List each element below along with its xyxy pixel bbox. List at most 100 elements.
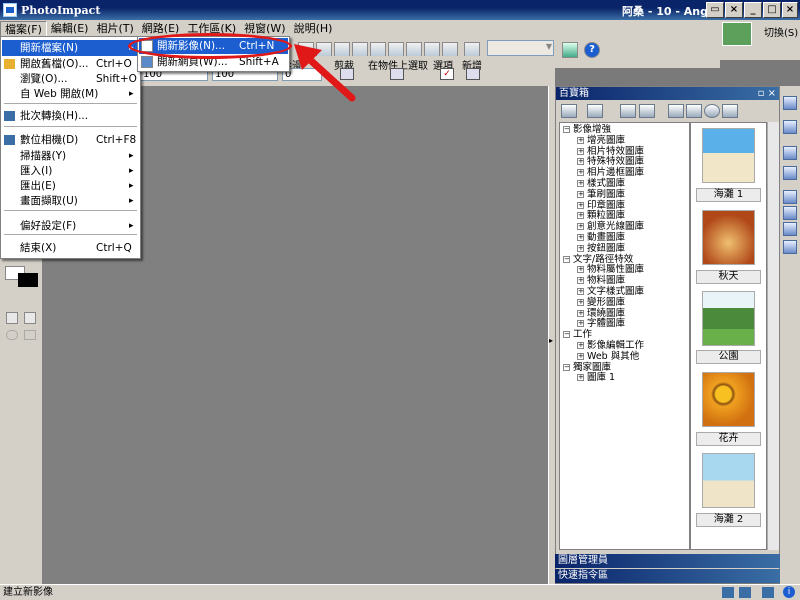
tree-expand-icon[interactable]: + xyxy=(577,190,584,198)
mode-thumbnail[interactable] xyxy=(722,22,752,46)
thumbnail-image-3[interactable] xyxy=(702,291,755,346)
tree-expand-icon[interactable]: + xyxy=(577,298,584,306)
info-icon[interactable]: i xyxy=(783,586,795,598)
tree-item-11[interactable]: + 按鈕圖庫 xyxy=(577,243,625,254)
layer-manager-header[interactable]: 圖層管理員 xyxy=(555,554,780,568)
gallery-delete-icon[interactable] xyxy=(722,104,738,118)
maximize-button[interactable]: □ xyxy=(763,2,781,18)
tree-expand-icon[interactable]: + xyxy=(577,320,584,328)
palette-icon-5[interactable] xyxy=(783,190,797,204)
file-menu-item-10[interactable]: 偏好設定(F) ▸ xyxy=(2,218,139,234)
app-icon[interactable] xyxy=(3,3,17,17)
tree-item-19[interactable]: − 工作 xyxy=(563,329,592,340)
thumbnail-scrollbar[interactable] xyxy=(767,122,779,550)
tree-item-3[interactable]: + 特殊特效圖庫 xyxy=(577,156,644,167)
thumbnail-image-2[interactable] xyxy=(702,210,755,265)
file-menu-item-3[interactable]: 自 Web 開啟(M) ▸ xyxy=(2,86,139,102)
collapse-arrow-icon[interactable]: ▸ xyxy=(549,336,553,345)
minimize-button[interactable]: _ xyxy=(744,2,762,18)
tree-expand-icon[interactable]: − xyxy=(563,126,570,133)
thumbnail-image-5[interactable] xyxy=(702,453,755,508)
tree-item-0[interactable]: − 影像增強 xyxy=(563,124,611,135)
status-icon-2[interactable] xyxy=(739,587,751,598)
forward-icon[interactable] xyxy=(562,42,578,58)
tree-expand-icon[interactable]: + xyxy=(577,309,584,317)
tree-item-18[interactable]: + 字體圖庫 xyxy=(577,318,625,329)
tree-item-6[interactable]: + 筆刷圖庫 xyxy=(577,189,625,200)
palette-icon-7[interactable] xyxy=(783,222,797,236)
tree-item-10[interactable]: + 動畫圖庫 xyxy=(577,232,625,243)
grid-icon[interactable] xyxy=(6,312,18,324)
tree-expand-icon[interactable]: + xyxy=(577,158,584,166)
tree-expand-icon[interactable]: + xyxy=(577,180,584,187)
tree-item-7[interactable]: + 印章圖庫 xyxy=(577,200,625,211)
panel-close-icon[interactable]: ▫ × xyxy=(758,87,776,100)
tree-expand-icon[interactable]: − xyxy=(563,255,570,263)
tree-item-23[interactable]: + 圖庫 1 xyxy=(577,372,615,383)
select-icon[interactable] xyxy=(390,68,404,80)
tree-item-4[interactable]: + 相片邊框圖庫 xyxy=(577,167,644,178)
tree-expand-icon[interactable]: + xyxy=(577,147,584,155)
tree-item-20[interactable]: + 影像編輯工作 xyxy=(577,340,644,351)
tree-expand-icon[interactable]: + xyxy=(577,136,584,144)
menu-edit[interactable]: 編輯(E) xyxy=(47,21,93,37)
close-doc-icon[interactable]: × xyxy=(725,2,743,18)
restore-icon[interactable]: ▭ xyxy=(706,2,724,18)
gallery-tree-icon[interactable] xyxy=(620,104,636,118)
tree-expand-icon[interactable]: + xyxy=(577,266,584,274)
close-button[interactable]: × xyxy=(782,2,798,18)
file-menu-item-5[interactable]: 數位相機(D) Ctrl+F8 xyxy=(2,132,139,148)
file-menu-item-11[interactable]: 結束(X) Ctrl+Q xyxy=(2,240,139,256)
tree-item-16[interactable]: + 變形圖庫 xyxy=(577,297,625,308)
switch-button[interactable]: 切換(S) xyxy=(764,24,798,39)
status-icon-3[interactable] xyxy=(762,587,774,598)
options-checkbox-icon[interactable]: ✓ xyxy=(440,68,454,80)
tree-expand-icon[interactable]: + xyxy=(577,342,584,349)
tree-expand-icon[interactable]: + xyxy=(577,288,584,295)
status-icon-1[interactable] xyxy=(722,587,734,598)
thumbnail-image-4[interactable] xyxy=(702,372,755,427)
palette-icon-2[interactable] xyxy=(783,120,797,134)
gallery-search-icon[interactable] xyxy=(704,104,720,118)
gallery-home-icon[interactable] xyxy=(561,104,577,118)
gallery-grid-icon[interactable] xyxy=(686,104,702,118)
menu-photo[interactable]: 相片(T) xyxy=(92,21,137,37)
zoom-combo[interactable] xyxy=(487,40,554,56)
tree-item-2[interactable]: + 相片特效圖庫 xyxy=(577,146,644,157)
tree-expand-icon[interactable]: + xyxy=(577,244,584,252)
palette-icon-8[interactable] xyxy=(783,240,797,254)
tree-expand-icon[interactable]: − xyxy=(563,363,570,371)
tree-item-5[interactable]: + 樣式圖庫 xyxy=(577,178,625,189)
tree-item-15[interactable]: + 文字樣式圖庫 xyxy=(577,286,644,297)
add-icon[interactable] xyxy=(466,68,480,80)
tree-item-17[interactable]: + 環繞圖庫 xyxy=(577,308,625,319)
file-menu-item-6[interactable]: 掃描器(Y) ▸ xyxy=(2,148,139,164)
tree-item-13[interactable]: + 物料屬性圖庫 xyxy=(577,264,644,275)
tree-item-21[interactable]: + Web 與其他 xyxy=(577,351,639,362)
view-icon[interactable] xyxy=(24,330,36,340)
tree-item-8[interactable]: + 顆粒圖庫 xyxy=(577,210,625,221)
tree-item-12[interactable]: − 文字/路徑特效 xyxy=(563,254,633,265)
quick-command-header[interactable]: 快速指令區 xyxy=(555,569,780,583)
tree-item-14[interactable]: + 物料圖庫 xyxy=(577,275,625,286)
tree-item-1[interactable]: + 增亮圖庫 xyxy=(577,135,625,146)
palette-icon-6[interactable] xyxy=(783,206,797,220)
file-menu-item-9[interactable]: 畫面擷取(U) ▸ xyxy=(2,193,139,209)
tree-expand-icon[interactable]: + xyxy=(577,223,584,231)
tree-expand-icon[interactable]: + xyxy=(577,201,584,209)
tree-expand-icon[interactable]: + xyxy=(577,352,584,360)
frame-tool-icon[interactable] xyxy=(24,312,36,324)
tree-expand-icon[interactable]: − xyxy=(563,331,570,339)
tree-item-22[interactable]: − 獨家圖庫 xyxy=(563,362,611,373)
palette-icon-3[interactable] xyxy=(783,146,797,160)
file-menu-item-8[interactable]: 匯出(E) ▸ xyxy=(2,178,139,194)
tree-expand-icon[interactable]: + xyxy=(577,169,584,177)
menu-file[interactable]: 檔案(F) xyxy=(0,21,47,37)
thumbnail-image-1[interactable] xyxy=(702,128,755,183)
tree-expand-icon[interactable]: + xyxy=(577,374,584,382)
tree-expand-icon[interactable]: + xyxy=(577,212,584,220)
file-menu-item-7[interactable]: 匯入(I) ▸ xyxy=(2,163,139,179)
mask-icon[interactable] xyxy=(6,330,18,340)
gallery-view-icon[interactable] xyxy=(668,104,684,118)
tree-expand-icon[interactable]: + xyxy=(577,234,584,241)
